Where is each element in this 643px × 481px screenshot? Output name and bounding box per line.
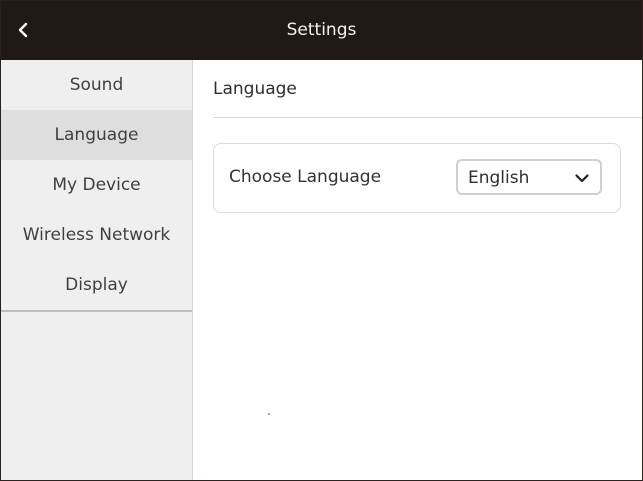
chevron-down-icon xyxy=(575,174,589,183)
language-select[interactable]: English xyxy=(456,159,602,195)
main-content: Language Choose Language English xyxy=(193,60,642,480)
sidebar-divider xyxy=(1,310,192,312)
stray-dot xyxy=(268,413,270,415)
choose-language-label: Choose Language xyxy=(229,167,382,187)
language-select-value: English xyxy=(468,168,530,188)
section-divider xyxy=(213,117,642,118)
sidebar-item-display[interactable]: Display xyxy=(1,260,192,310)
sidebar-item-my-device[interactable]: My Device xyxy=(1,160,192,210)
language-setting-card: Choose Language English xyxy=(213,143,621,213)
title-bar: Settings xyxy=(1,1,642,60)
section-title: Language xyxy=(213,79,297,99)
page-title: Settings xyxy=(286,20,357,40)
sidebar: Sound Language My Device Wireless Networ… xyxy=(1,60,193,480)
sidebar-item-language[interactable]: Language xyxy=(1,110,192,160)
sidebar-item-sound[interactable]: Sound xyxy=(1,60,192,110)
sidebar-item-wireless-network[interactable]: Wireless Network xyxy=(1,210,192,260)
settings-window: Settings Sound Language My Device Wirele… xyxy=(0,0,643,481)
